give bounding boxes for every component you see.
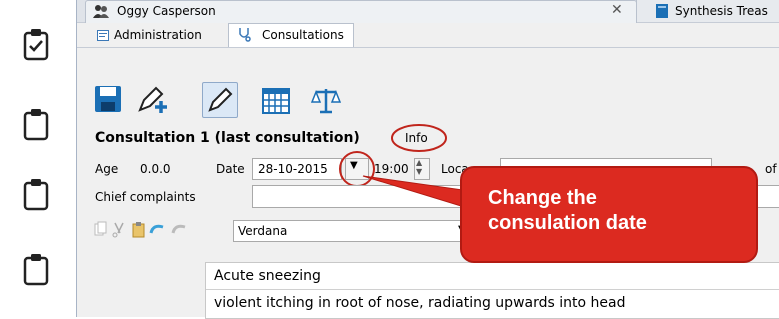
subtab-consultations-label: Consultations <box>262 28 344 42</box>
clipboard-icon[interactable] <box>23 254 49 286</box>
redo-icon[interactable] <box>171 224 186 234</box>
add-consultation-icon[interactable] <box>136 84 170 114</box>
id-card-icon <box>97 30 109 41</box>
clipboard-check-icon[interactable] <box>23 29 49 61</box>
date-label: Date <box>216 162 245 176</box>
font-select-value: Verdana <box>238 224 288 238</box>
save-icon[interactable] <box>94 85 122 113</box>
cut-icon[interactable] <box>112 222 124 238</box>
clipboard-icon[interactable] <box>23 179 49 211</box>
note-line: Acute sneezing <box>214 268 321 284</box>
book-icon <box>656 4 668 18</box>
note-divider <box>206 289 779 290</box>
date-value: 28-10-2015 <box>258 162 328 176</box>
info-highlight-ring <box>391 124 447 152</box>
paste-icon[interactable] <box>132 222 145 238</box>
note-line: violent itching in root of nose, radiati… <box>214 295 626 311</box>
annotation-line-2: consulation date <box>488 212 647 234</box>
callout-pointer <box>362 175 464 207</box>
format-toolbar-icons <box>94 221 186 238</box>
consultation-title: Consultation 1 (last consultation) <box>95 130 360 146</box>
stethoscope-icon <box>239 28 251 42</box>
calendar-grid-icon[interactable] <box>262 88 290 114</box>
close-icon[interactable]: ✕ <box>611 2 623 18</box>
age-value: 0.0.0 <box>140 162 171 176</box>
chief-complaints-label: Chief complaints <box>95 190 196 204</box>
tab-patient-label: Oggy Casperson <box>117 4 216 18</box>
age-label: Age <box>95 162 119 176</box>
annotation-line-1: Change the <box>488 187 597 209</box>
scales-icon[interactable] <box>311 86 341 114</box>
pencil-icon <box>208 87 233 112</box>
patients-icon <box>93 5 109 18</box>
clipboard-icon[interactable] <box>23 109 49 141</box>
annotation-text: Change the consulation date <box>488 186 748 236</box>
subtab-divider <box>77 47 779 48</box>
right-label: of <box>765 162 777 176</box>
sidebar-icons <box>23 29 49 286</box>
undo-icon[interactable] <box>149 224 164 234</box>
subtab-administration[interactable]: Administration <box>114 24 202 46</box>
copy-icon[interactable] <box>94 221 107 236</box>
tab-synthesis-label: Synthesis Treas <box>675 4 768 18</box>
